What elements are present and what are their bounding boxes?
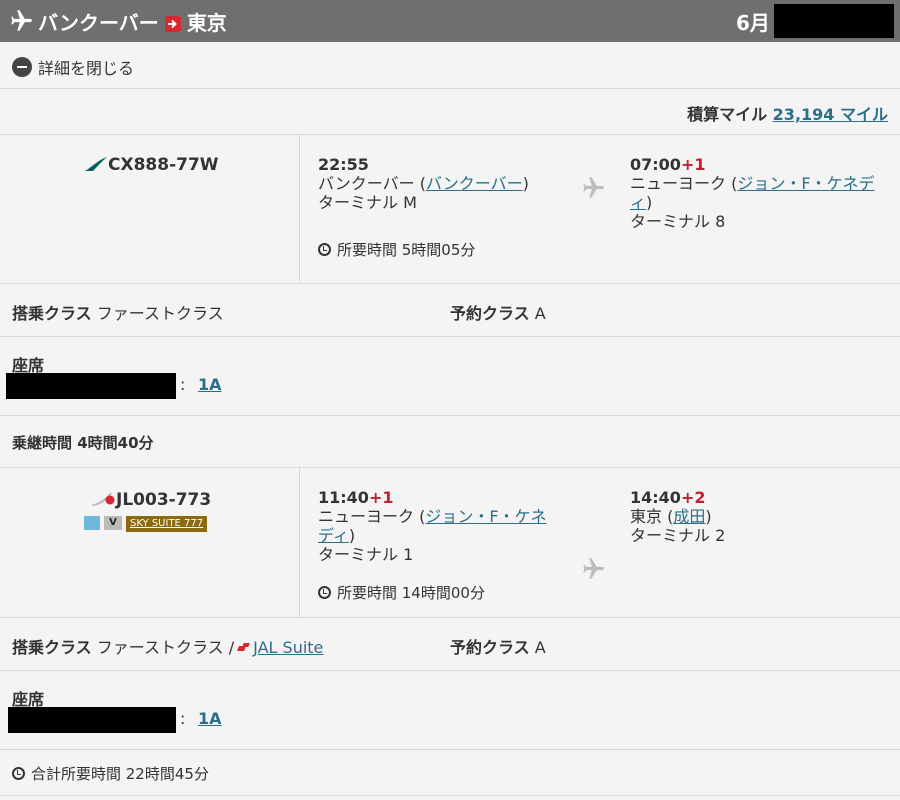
- departure-terminal: ターミナル M: [318, 193, 417, 212]
- jal-suite-icon: [238, 643, 250, 653]
- miles-label: 積算マイル: [687, 105, 768, 124]
- booking-class-value: A: [534, 304, 546, 323]
- arrival-terminal: ターミナル 2: [630, 526, 726, 545]
- seat-link[interactable]: 1A: [198, 375, 222, 394]
- booking-class-label: 予約クラス: [450, 304, 530, 323]
- arrival-terminal: ターミナル 8: [630, 212, 726, 231]
- arrival-day-offset: +1: [680, 155, 706, 174]
- arrival-city: 東京: [630, 507, 663, 526]
- travel-month: 6月: [736, 11, 770, 35]
- redacted-passenger-name: [6, 373, 176, 399]
- departure-day-offset: +1: [368, 488, 394, 507]
- close-details-toggle[interactable]: 詳細を閉じる: [0, 42, 900, 89]
- seat-row: 座席 : 1A: [0, 337, 900, 416]
- arrival-city: ニューヨーク: [630, 174, 727, 193]
- jal-logo-icon: [91, 493, 115, 506]
- clock-icon: [318, 586, 331, 599]
- departure-terminal: ターミナル 1: [318, 545, 414, 564]
- departure-block: 22:55 バンクーバー (バンクーバー) ターミナル M: [318, 155, 529, 212]
- departure-city: ニューヨーク: [318, 507, 415, 526]
- cabin-value: ファーストクラス: [96, 638, 224, 657]
- flight-number: JL003-773: [90, 490, 211, 510]
- minus-circle-icon: [12, 57, 32, 77]
- booking-class-label: 予約クラス: [450, 638, 530, 657]
- connection-time: 乗継時間 4時間40分: [12, 434, 154, 452]
- departure-city: バンクーバー: [318, 174, 415, 193]
- route-arrow-icon: [164, 16, 181, 32]
- origin-city: バンクーバー: [38, 11, 159, 35]
- close-details-label[interactable]: 詳細を閉じる: [38, 55, 134, 79]
- cabin-label: 搭乗クラス: [12, 304, 92, 323]
- booking-class-value: A: [534, 638, 546, 657]
- connection-row: 乗継時間 4時間40分: [0, 416, 900, 468]
- seat-link[interactable]: 1A: [198, 709, 222, 728]
- seat-row: 座席 : 1A: [0, 671, 900, 750]
- flight-segment: JL003-773 V SKY SUITE 777 11:40+1 ニューヨーク…: [0, 468, 900, 618]
- route-title: バンクーバー 東京: [38, 7, 227, 36]
- flight-duration: 所要時間 5時間05分: [318, 239, 475, 260]
- airplane-icon: [8, 8, 34, 38]
- redacted-passenger-name: [8, 707, 176, 733]
- total-duration: 合計所要時間 22時間45分: [12, 763, 209, 784]
- clock-icon: [318, 243, 331, 256]
- video-icon: V: [104, 516, 122, 530]
- arrival-time: 07:00: [630, 155, 681, 174]
- itinerary-panel: 詳細を閉じる 積算マイル 23,194 マイル CX888-77W 22:55 …: [0, 42, 900, 800]
- arrival-time: 14:40: [630, 488, 681, 507]
- total-duration-row: 合計所要時間 22時間45分: [0, 750, 900, 796]
- departure-time: 11:40: [318, 488, 369, 507]
- arrival-block: 14:40+2 東京 (成田) ターミナル 2: [630, 488, 892, 545]
- airplane-icon: [580, 175, 606, 205]
- miles-row: 積算マイル 23,194 マイル: [0, 89, 900, 135]
- cabin-label: 搭乗クラス: [12, 638, 92, 657]
- jal-suite-link[interactable]: JAL Suite: [253, 638, 323, 657]
- redacted-date: [774, 4, 894, 38]
- flight-duration: 所要時間 14時間00分: [318, 582, 485, 603]
- sky-suite-badge[interactable]: SKY SUITE 777: [126, 516, 208, 532]
- route-header: バンクーバー 東京 6月: [0, 0, 900, 42]
- arrival-airport-link[interactable]: 成田: [673, 507, 705, 526]
- cabin-class-row: 搭乗クラス ファーストクラス / JAL Suite 予約クラス A: [0, 618, 900, 671]
- destination-city: 東京: [186, 11, 227, 35]
- arrival-day-offset: +2: [680, 488, 706, 507]
- flight-segment: CX888-77W 22:55 バンクーバー (バンクーバー) ターミナル M …: [0, 135, 900, 284]
- arrival-block: 07:00+1 ニューヨーク (ジョン・F・ケネディ) ターミナル 8: [630, 155, 892, 231]
- cabin-class-row: 搭乗クラス ファーストクラス 予約クラス A: [0, 284, 900, 337]
- cabin-value: ファーストクラス: [96, 304, 224, 323]
- cathay-logo-icon: [85, 157, 107, 171]
- airplane-icon: [580, 556, 606, 586]
- departure-airport-link[interactable]: バンクーバー: [426, 174, 523, 193]
- flight-info-cell: JL003-773 V SKY SUITE 777: [0, 468, 300, 617]
- miles-value-link[interactable]: 23,194 マイル: [773, 105, 888, 124]
- flight-number: CX888-77W: [84, 155, 219, 175]
- wifi-icon: [84, 516, 100, 530]
- flight-info-cell: CX888-77W: [0, 135, 300, 283]
- departure-time: 22:55: [318, 155, 369, 174]
- clock-icon: [12, 767, 25, 780]
- departure-block: 11:40+1 ニューヨーク (ジョン・F・ケネディ) ターミナル 1: [318, 488, 558, 564]
